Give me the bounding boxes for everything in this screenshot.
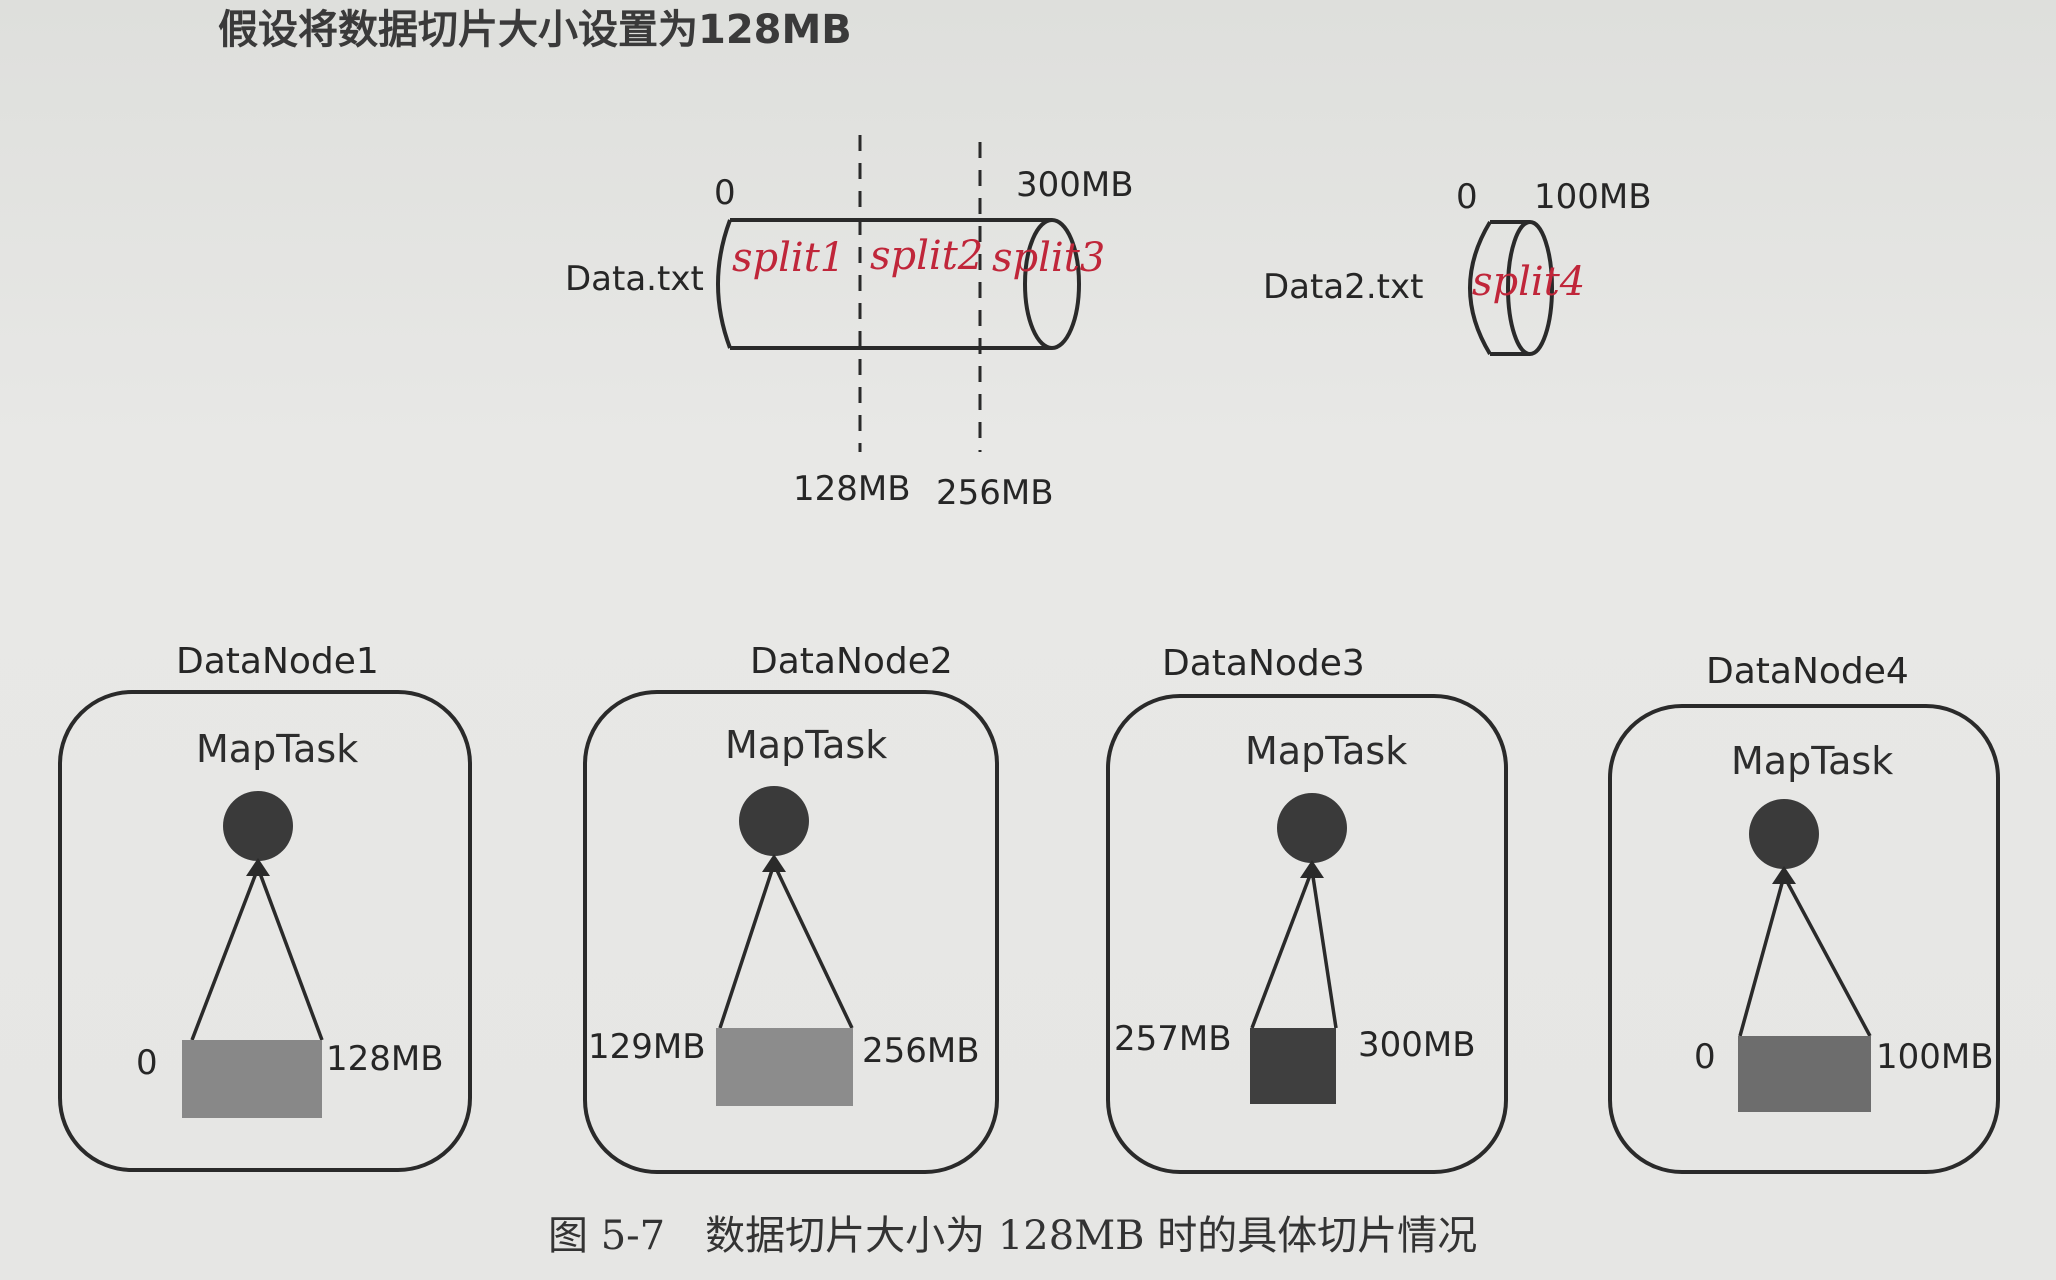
- datanode-2-edge-left: [718, 863, 776, 1029]
- datanode-3-arrowhead: [1300, 860, 1324, 878]
- datanode-4-arrowhead: [1772, 866, 1796, 884]
- datanode-4-block: [1738, 1036, 1871, 1112]
- datanode-1-maptask-label: MapTask: [196, 727, 359, 771]
- datanode-diagram: [58, 690, 2000, 1174]
- datanode-4-maptask-label: MapTask: [1731, 739, 1894, 783]
- datanode-1-title: DataNode1: [176, 641, 379, 682]
- datanode-3-range-start: 257MB: [1114, 1019, 1232, 1059]
- datanode-3-maptask-node: [1277, 793, 1347, 863]
- datanode-1-maptask-node: [223, 791, 293, 861]
- datanode-1-block: [182, 1040, 322, 1118]
- page: 假设将数据切片大小设置为128MB Data.txt 0 300MB 128MB…: [0, 0, 2056, 1280]
- datanode-4-range-end: 100MB: [1876, 1037, 1994, 1077]
- datanode-3-title: DataNode3: [1162, 643, 1365, 684]
- datanode-3-maptask-label: MapTask: [1245, 729, 1408, 773]
- datanode-4-maptask-node: [1749, 799, 1819, 869]
- datanode-4-title: DataNode4: [1706, 651, 1909, 692]
- datanode-1-edge-right: [256, 867, 324, 1041]
- datanode-2-arrowhead: [762, 854, 786, 872]
- datanode-1-range-end: 128MB: [326, 1039, 444, 1079]
- datanode-2-maptask-node: [739, 786, 809, 856]
- datanode-1-range-start: 0: [136, 1043, 158, 1083]
- datanode-4-range-start: 0: [1694, 1037, 1716, 1077]
- datanode-2-edge-right: [772, 863, 854, 1029]
- datanode-2-range-end: 256MB: [862, 1031, 980, 1071]
- datanode-4-edge-right: [1782, 875, 1872, 1037]
- datanode-3-block: [1250, 1028, 1336, 1104]
- datanode-1-edge-left: [190, 867, 260, 1041]
- datanode-3-edge-left: [1250, 869, 1314, 1029]
- datanode-1-arrowhead: [246, 858, 270, 876]
- datanode-3-range-end: 300MB: [1358, 1025, 1476, 1065]
- figure-caption: 图 5-7 数据切片大小为 128MB 时的具体切片情况: [548, 1213, 1478, 1259]
- datanode-2-block: [716, 1028, 853, 1106]
- datanode-4-edge-left: [1738, 875, 1786, 1037]
- datanode-2-title: DataNode2: [750, 641, 953, 682]
- datanode-2-range-start: 129MB: [588, 1027, 706, 1067]
- datanode-3-edge-right: [1310, 869, 1338, 1029]
- datanode-2-maptask-label: MapTask: [725, 723, 888, 767]
